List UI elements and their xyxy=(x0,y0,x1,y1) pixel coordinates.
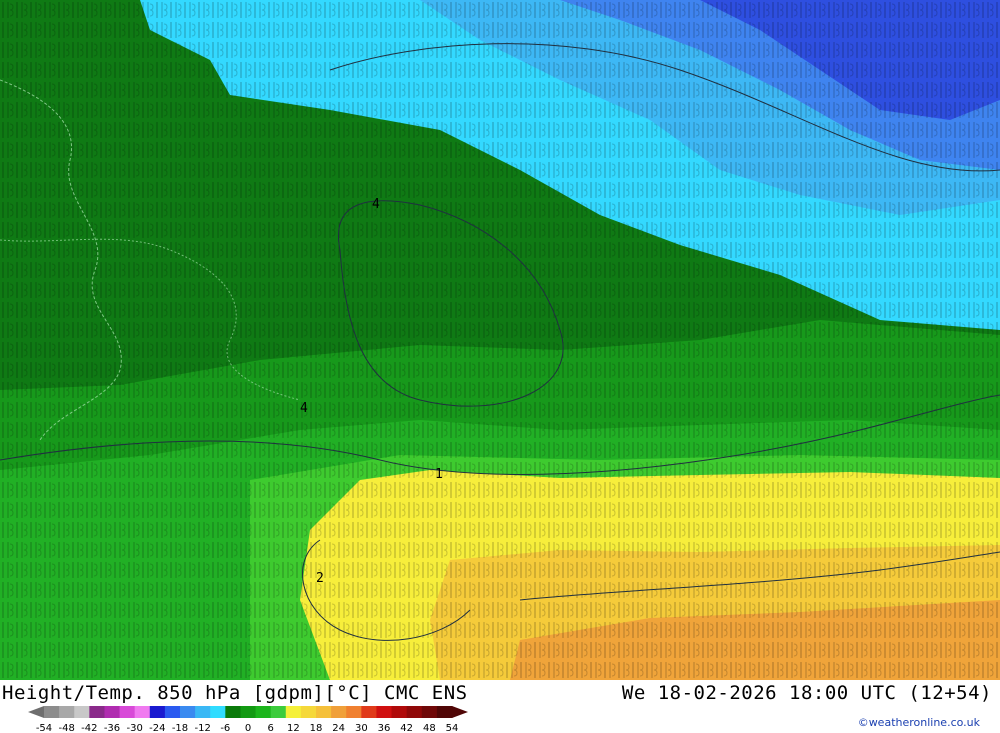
colorbar-tick-label: -30 xyxy=(126,723,142,733)
footer-bar: Height/Temp. 850 hPa [gdpm][°C] CMC ENS … xyxy=(0,680,1000,733)
valid-datetime: We 18-02-2026 18:00 UTC (12+54) xyxy=(621,682,992,704)
colorbar-segment xyxy=(361,706,377,718)
colorbar-segment xyxy=(180,706,196,718)
colorbar-segment xyxy=(164,706,181,718)
contour-label: 4 xyxy=(372,197,380,212)
colorbar-segment xyxy=(225,706,241,718)
colorbar-tick-label: -42 xyxy=(81,723,97,733)
colorbar-segment xyxy=(300,706,317,718)
colorbar-segment xyxy=(391,706,408,718)
colorbar-segment xyxy=(210,706,226,718)
colorbar-tick-label: -12 xyxy=(194,723,210,733)
colorbar-segment xyxy=(436,706,453,718)
colorbar-segment xyxy=(376,706,393,718)
colorbar-segment xyxy=(134,706,151,718)
colorbar-segment xyxy=(240,706,257,718)
colorbar-tick-label: -6 xyxy=(220,723,230,733)
colorbar-segment xyxy=(44,706,60,718)
colorbar-segment xyxy=(421,706,438,718)
colorbar-right-arrow xyxy=(452,706,468,718)
colorbar-segment xyxy=(89,706,105,718)
temperature-field-map: 4 4 1 2 xyxy=(0,0,1000,680)
colorbar-segment xyxy=(270,706,287,718)
colorbar-tick-label: 6 xyxy=(267,723,273,733)
credit-link[interactable]: ©weatheronline.co.uk xyxy=(858,716,980,729)
map-title: Height/Temp. 850 hPa [gdpm][°C] CMC ENS xyxy=(2,682,468,704)
colorbar-tick-label: 12 xyxy=(287,723,300,733)
colorbar-segment xyxy=(195,706,211,718)
colorbar-tick-label: 48 xyxy=(423,723,436,733)
contour-label: 1 xyxy=(435,467,443,482)
colorbar-tick-label: 24 xyxy=(332,723,345,733)
value-label-grid xyxy=(0,0,1000,680)
colorbar-tick-label: -24 xyxy=(149,723,165,733)
colorbar-tick-label: 36 xyxy=(378,723,391,733)
color-scale-legend: -54 -48 -42 -36 -30 -24 -18 -12 -6 0 6 12 18 24 30 36 42… xyxy=(28,706,468,733)
colorbar-tick-label: 18 xyxy=(310,723,323,733)
colorbar-segment xyxy=(104,706,121,718)
colorbar-left-arrow xyxy=(28,706,44,718)
colorbar-tick-label: 42 xyxy=(400,723,413,733)
colorbar-segment xyxy=(316,706,332,718)
colorbar-segment xyxy=(74,706,90,718)
colorbar-segment xyxy=(285,706,302,718)
colorbar-segment xyxy=(255,706,272,718)
colorbar-tick-label: -36 xyxy=(104,723,120,733)
colorbar-tick-label: 30 xyxy=(355,723,368,733)
colorbar-tick-label: 0 xyxy=(245,723,251,733)
colorbar-tick-label: -54 xyxy=(36,723,52,733)
colorbar-segment xyxy=(406,706,423,718)
colorbar-tick-label: 54 xyxy=(446,723,459,733)
colorbar-segment xyxy=(149,706,166,718)
contour-label: 4 xyxy=(300,401,308,416)
colorbar-tick-label: -18 xyxy=(172,723,188,733)
colorbar-segment xyxy=(119,706,136,718)
colorbar-tick-label: -48 xyxy=(58,723,74,733)
colorbar-segment xyxy=(59,706,75,718)
colorbar-segment xyxy=(346,706,362,718)
weather-map: 4 4 1 2 xyxy=(0,0,1000,680)
colorbar-segment xyxy=(331,706,347,718)
contour-label: 2 xyxy=(316,571,324,586)
